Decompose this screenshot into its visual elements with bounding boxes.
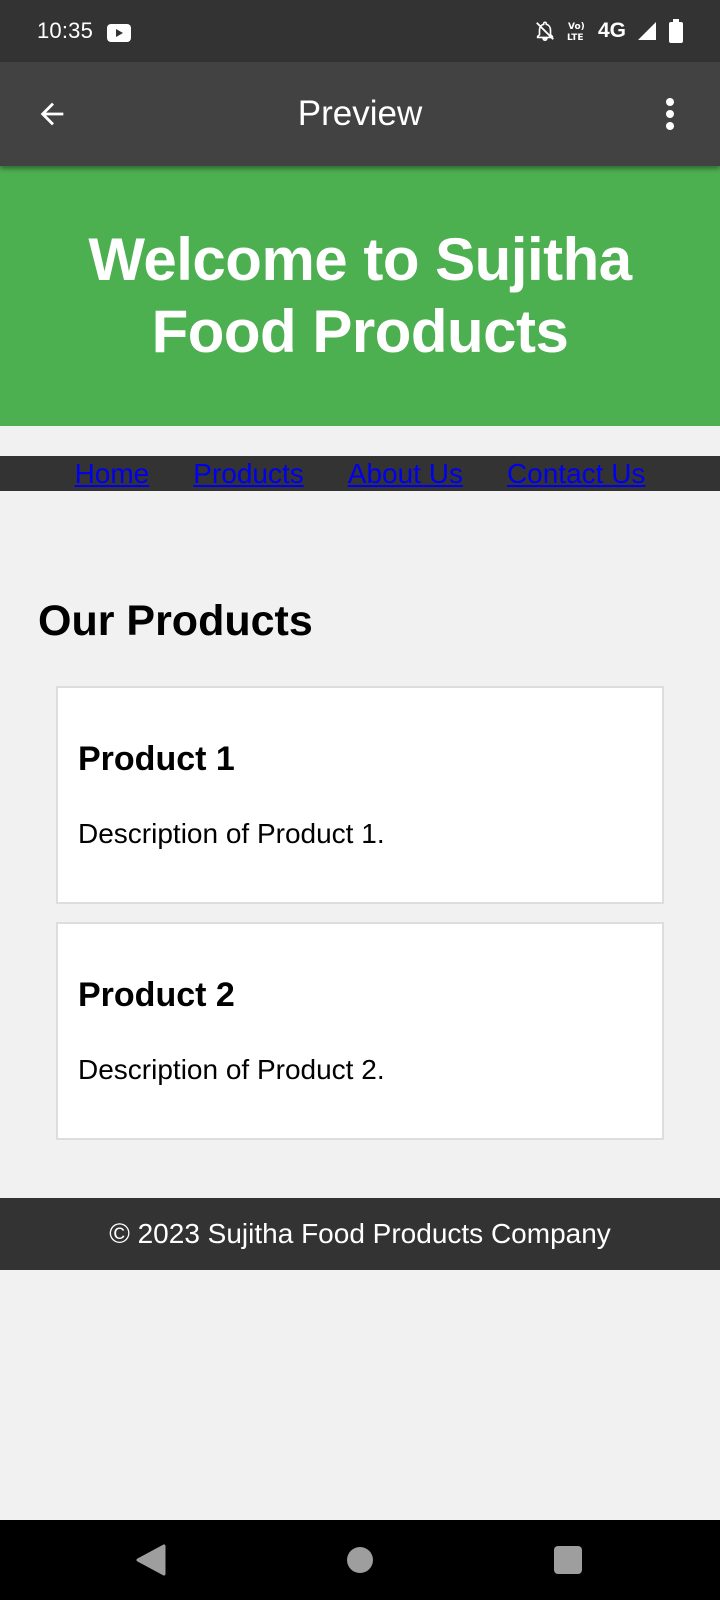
product-card: Product 2 Description of Product 2. [56,922,664,1140]
nav-link-contact-us[interactable]: Contact Us [507,456,646,491]
system-home-button[interactable] [340,1540,380,1580]
nav-home-icon [347,1547,373,1573]
page-header: Welcome to Sujitha Food Products [0,166,720,426]
bell-off-icon [534,20,556,42]
status-time: 10:35 [37,18,94,43]
page-title: Welcome to Sujitha Food Products [88,226,632,365]
battery-icon [668,19,684,43]
nav-link-about-us[interactable]: About Us [348,456,463,491]
status-icons: Vo) LTE 4G [534,19,684,43]
network-label: 4G [597,19,626,42]
status-bar: 10:35 Vo) LTE 4G [0,0,720,62]
back-arrow-icon [40,102,64,126]
app-bar: Preview [0,62,720,166]
page-footer: © 2023 Sujitha Food Products Company [0,1198,720,1270]
system-back-button[interactable] [132,1540,172,1580]
svg-text:LTE: LTE [567,33,584,43]
system-recents-button[interactable] [548,1540,588,1580]
svg-text:Vo): Vo) [568,22,585,32]
app-title: Preview [297,94,423,133]
signal-icon [636,20,658,42]
products-heading: Our Products [38,597,313,645]
product-description: Description of Product 1. [78,818,385,849]
product-name: Product 1 [78,740,235,778]
footer-text: © 2023 Sujitha Food Products Company [109,1218,611,1249]
product-card: Product 1 Description of Product 1. [56,686,664,904]
nav-link-home[interactable]: Home [75,456,150,491]
back-button[interactable] [30,92,74,136]
site-nav: Home Products About Us Contact Us [0,456,720,491]
nav-back-icon [136,1544,166,1576]
system-nav-bar [0,1520,720,1600]
youtube-icon [107,22,132,42]
product-description: Description of Product 2. [78,1054,385,1085]
volte-icon: Vo) LTE [566,19,588,43]
nav-recents-icon [554,1546,582,1574]
product-name: Product 2 [78,976,235,1014]
more-vert-icon [666,98,674,130]
nav-link-products[interactable]: Products [193,456,304,491]
more-options-button[interactable] [658,92,682,136]
